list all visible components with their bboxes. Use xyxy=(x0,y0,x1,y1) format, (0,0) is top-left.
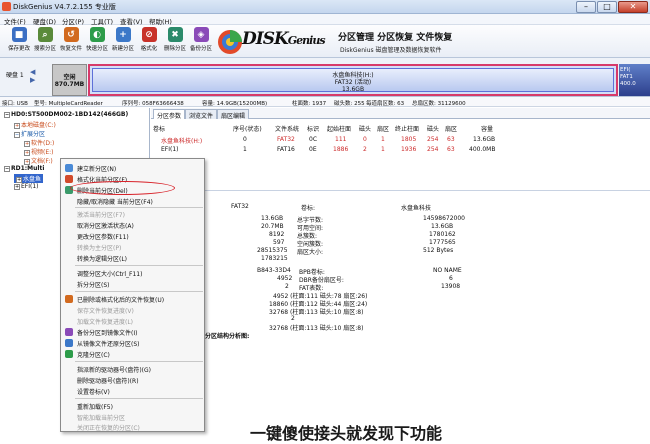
tree-item-f[interactable]: + 文档(F:) xyxy=(24,156,53,165)
tab-browse-files[interactable]: 浏览文件 xyxy=(185,109,218,120)
menu-item-set-label[interactable]: 设置卷标(V) xyxy=(77,387,110,396)
title-bar: DiskGenius V4.7.2.155 专业版 – □ ✕ xyxy=(0,0,650,14)
tree-item-efi[interactable]: + EFI(1) xyxy=(14,183,39,190)
window-title: DiskGenius V4.7.2.155 专业版 xyxy=(13,3,116,11)
efi-partition-block[interactable]: EFI( FAT1 400.0 xyxy=(619,64,650,96)
menu-item-smart-load[interactable]: 智能加载当前分区 xyxy=(77,413,125,422)
menu-item-restore-image[interactable]: 从镜像文件还原分区(S) xyxy=(77,339,140,348)
menu-bar: 文件(F) 硬盘(D) 分区(P) 工具(T) 查看(V) 帮助(H) xyxy=(0,14,650,26)
recover-icon xyxy=(65,295,73,303)
tree-item-h-selected[interactable]: + 水盘鱼 xyxy=(14,174,44,183)
menu-item-remove-letter[interactable]: 删除驱动器号(盘符)(R) xyxy=(77,376,139,385)
menu-separator xyxy=(75,398,203,399)
minimize-button[interactable]: – xyxy=(576,1,596,13)
menu-item-new-partition[interactable]: 建立新分区(N) xyxy=(77,164,116,173)
clone-icon xyxy=(65,350,73,358)
structure-analysis-label: 分区结构分析图: xyxy=(205,333,250,340)
search-partition-button[interactable]: ⌕ 搜索分区 xyxy=(34,27,56,52)
brand-subtitle: DiskGenius 磁盘管理及数据恢复软件 xyxy=(340,47,442,54)
overlay-caption: 一键傻使接头就发现下功能 xyxy=(250,424,443,443)
backup-partition-button[interactable]: ◈ 备份分区 xyxy=(190,27,212,52)
menu-item-resize[interactable]: 调整分区大小(Ctrl_F11) xyxy=(77,269,142,278)
menu-item-to-primary[interactable]: 转换为主分区(P) xyxy=(77,243,121,252)
app-icon xyxy=(2,2,11,11)
menu-separator xyxy=(75,207,203,208)
tree-item-d[interactable]: + 软件(D:) xyxy=(24,138,54,147)
highlight-oval xyxy=(70,181,175,195)
menu-item-deactivate[interactable]: 取消分区激活状态(A) xyxy=(77,221,134,230)
save-button[interactable]: ■ 保存更改 xyxy=(8,27,30,52)
fat32-partition-block[interactable]: 水盘鱼科技(H:) FAT32 (活动) 13.6GB xyxy=(88,64,618,96)
menu-item-hide-partition[interactable]: 隐藏/取消隐藏 当前分区(F4) xyxy=(77,197,153,206)
menu-separator xyxy=(75,361,203,362)
menu-item-assign-letter[interactable]: 指派新的驱动器号(盘符)(G) xyxy=(77,365,151,374)
menu-item-activate[interactable]: 激活当前分区(F7) xyxy=(77,210,125,219)
menu-item-change-params[interactable]: 更改分区参数(F11) xyxy=(77,232,129,241)
disk-info-line: 接口: USB 型号: MultipleCardReader 序列号: 058F… xyxy=(0,97,650,107)
tree-item-rd1[interactable]: − RD1:Multi xyxy=(4,165,44,172)
close-button[interactable]: ✕ xyxy=(618,1,648,13)
menu-item-backup-image[interactable]: 备份分区到镜像文件(I) xyxy=(77,328,137,337)
format-button[interactable]: ⊘ 格式化 xyxy=(138,27,160,52)
backup-icon: ◈ xyxy=(193,27,209,42)
context-menu: 建立新分区(N) 格式化当前分区(F) 删除当前分区(Del) 隐藏/取消隐藏 … xyxy=(60,158,205,432)
brand-logo: DISKGenius xyxy=(242,29,326,49)
free-space-block[interactable]: 空闲 870.7MB xyxy=(52,64,87,96)
tree-item-c[interactable]: + 本地磁盘(C:) xyxy=(14,120,56,129)
format-icon: ⊘ xyxy=(141,27,157,42)
menu-separator xyxy=(75,291,203,292)
maximize-button[interactable]: □ xyxy=(597,1,617,13)
disk-label: 硬盘 1 xyxy=(6,72,24,79)
quick-partition-icon: ◐ xyxy=(89,27,105,42)
menu-item-load-progress[interactable]: 加载文件恢复进度(L) xyxy=(77,317,133,326)
backup-icon xyxy=(65,328,73,336)
new-partition-icon xyxy=(65,164,73,172)
tree-item-extended[interactable]: − 扩展分区 xyxy=(14,129,45,138)
quick-partition-button[interactable]: ◐ 快速分区 xyxy=(86,27,108,52)
recover-icon: ↺ xyxy=(63,27,79,42)
delete-partition-button[interactable]: ✖ 删除分区 xyxy=(164,27,186,52)
tab-sector-edit[interactable]: 扇区编辑 xyxy=(217,109,250,120)
tree-item-hd0[interactable]: − HD0:ST500DM002-1BD142(466GB) xyxy=(4,111,128,118)
restore-icon xyxy=(65,339,73,347)
menu-item-to-logical[interactable]: 转换为逻辑分区(L) xyxy=(77,254,127,263)
partition-details: FAT32 卷标: 水盘鱼科技 13.6GB 20.7MB 8192 597 2… xyxy=(151,190,650,432)
tree-item-e[interactable]: + 视频(E:) xyxy=(24,147,54,156)
menu-item-recover-files[interactable]: 已删除或格式化后的文件恢复(U) xyxy=(77,295,164,304)
partition-table: 卷标 序号(状态) 文件系统 标识 起始柱面 磁头 扇区 终止柱面 磁头 扇区 … xyxy=(151,120,650,190)
menu-item-save-progress[interactable]: 保存文件恢复进度(V) xyxy=(77,306,134,315)
menu-item-close-recovering[interactable]: 关闭正在恢复的分区(C) xyxy=(77,423,140,432)
menu-item-split[interactable]: 拆分分区(S) xyxy=(77,280,110,289)
menu-item-reload[interactable]: 重新加载(F5) xyxy=(77,402,113,411)
recover-files-button[interactable]: ↺ 恢复文件 xyxy=(60,27,82,52)
format-icon xyxy=(65,175,73,183)
tab-partition-params[interactable]: 分区参数 xyxy=(153,109,186,120)
brand-slogan: 分区管理 分区恢复 文件恢复 xyxy=(338,33,453,43)
new-partition-icon: + xyxy=(115,27,131,42)
delete-partition-icon: ✖ xyxy=(167,27,183,42)
tab-bar: 分区参数 浏览文件 扇区编辑 xyxy=(151,108,650,120)
menu-separator xyxy=(75,265,203,266)
save-icon: ■ xyxy=(11,27,27,42)
disk-nav-arrows-icon[interactable]: ◀ ▶ xyxy=(30,68,35,84)
search-icon: ⌕ xyxy=(37,27,53,42)
new-partition-button[interactable]: + 新建分区 xyxy=(112,27,134,52)
menu-item-clone[interactable]: 克隆分区(C) xyxy=(77,350,110,359)
